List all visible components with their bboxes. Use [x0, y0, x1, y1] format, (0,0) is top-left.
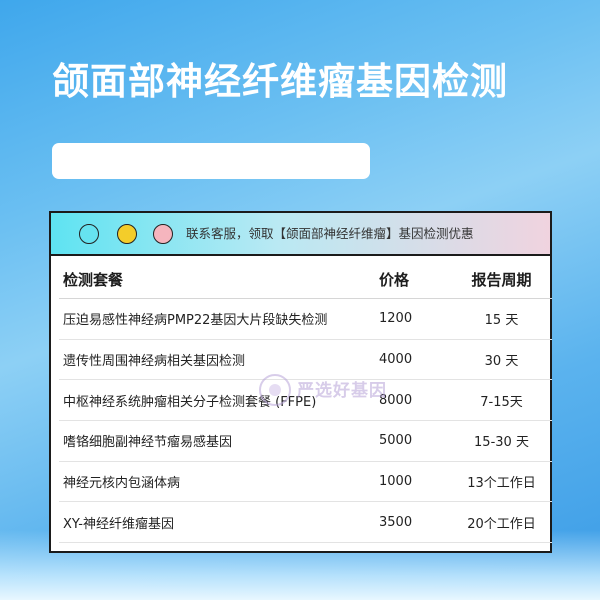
- price-cell: 4000: [375, 339, 451, 381]
- pink-dot-icon: [153, 224, 173, 244]
- blank-banner-bar: [52, 143, 370, 179]
- price-cell: 8000: [375, 379, 451, 422]
- test-package-table: 检测套餐 价格 报告周期 压迫易感性神经病PMP22基因大片段缺失检测 1200…: [59, 260, 552, 544]
- package-name-cell: 遗传性周围神经病相关基因检测: [59, 339, 375, 381]
- package-name-cell: 神经元核内包涵体病: [59, 461, 375, 503]
- price-cell: 5000: [375, 420, 451, 462]
- table-header-row: 检测套餐 价格 报告周期: [59, 260, 552, 299]
- page-title: 颌面部神经纤维瘤基因检测: [52, 60, 508, 103]
- table-row: 中枢神经系统肿瘤相关分子检测套餐 (FFPE) 8000 7-15天: [59, 379, 552, 422]
- price-cell: 3500: [375, 501, 451, 544]
- cyan-dot-icon: [79, 224, 99, 244]
- pricing-card: 联系客服，领取【颌面部神经纤维瘤】基因检测优惠 检测套餐 价格 报告周期 压迫易…: [49, 211, 552, 553]
- table-row: 压迫易感性神经病PMP22基因大片段缺失检测 1200 15 天: [59, 298, 552, 340]
- price-cell: 1000: [375, 461, 451, 503]
- report-period-cell: 15-30 天: [451, 420, 552, 462]
- column-header-package: 检测套餐: [59, 260, 375, 299]
- customer-service-notice: 联系客服，领取【颌面部神经纤维瘤】基因检测优惠: [186, 226, 474, 241]
- column-header-price: 价格: [375, 260, 451, 299]
- package-name-cell: 压迫易感性神经病PMP22基因大片段缺失检测: [59, 298, 375, 340]
- price-cell: 1200: [375, 298, 451, 340]
- table-row: 嗜铬细胞副神经节瘤易感基因 5000 15-30 天: [59, 420, 552, 462]
- table-row: 神经元核内包涵体病 1000 13个工作日: [59, 461, 552, 503]
- package-name-cell: 中枢神经系统肿瘤相关分子检测套餐 (FFPE): [59, 379, 375, 422]
- report-period-cell: 15 天: [451, 298, 552, 340]
- report-period-cell: 20个工作日: [451, 501, 552, 544]
- package-name-cell: XY-神经纤维瘤基因: [59, 501, 375, 544]
- column-header-report-period: 报告周期: [451, 260, 552, 299]
- card-header-bar: 联系客服，领取【颌面部神经纤维瘤】基因检测优惠: [51, 213, 550, 256]
- report-period-cell: 30 天: [451, 339, 552, 381]
- yellow-dot-icon: [117, 224, 137, 244]
- package-name-cell: 嗜铬细胞副神经节瘤易感基因: [59, 420, 375, 462]
- table-row: 遗传性周围神经病相关基因检测 4000 30 天: [59, 339, 552, 381]
- table-row: XY-神经纤维瘤基因 3500 20个工作日: [59, 501, 552, 544]
- report-period-cell: 13个工作日: [451, 461, 552, 503]
- report-period-cell: 7-15天: [451, 379, 552, 422]
